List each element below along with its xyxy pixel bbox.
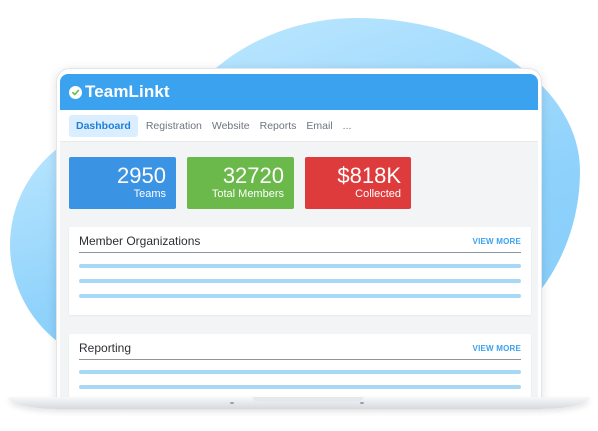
laptop-notch <box>253 397 363 402</box>
stat-value: $818K <box>337 163 401 188</box>
nav-item-email[interactable]: Email <box>306 120 332 132</box>
view-more-link[interactable]: VIEW MORE <box>473 344 521 353</box>
card-header: Member Organizations VIEW MORE <box>79 233 521 253</box>
placeholder-bar <box>79 385 521 389</box>
nav-more-button[interactable]: ... <box>343 120 352 132</box>
member-organizations-card: Member Organizations VIEW MORE <box>69 227 531 315</box>
laptop-foot <box>230 402 234 404</box>
stat-card-members[interactable]: 32720 Total Members <box>187 157 294 209</box>
laptop-base <box>8 397 590 409</box>
stat-label: Total Members <box>211 188 284 200</box>
nav-item-reports[interactable]: Reports <box>260 120 297 132</box>
stat-card-teams[interactable]: 2950 Teams <box>69 157 176 209</box>
laptop-foot <box>360 402 364 404</box>
placeholder-bar <box>79 279 521 283</box>
stat-card-collected[interactable]: $818K Collected <box>305 157 411 209</box>
card-header: Reporting VIEW MORE <box>79 340 521 360</box>
stat-value: 2950 <box>117 163 166 188</box>
app-logo-text[interactable]: TeamLinkt <box>85 82 170 102</box>
placeholder-bar <box>79 294 521 298</box>
stats-row: 2950 Teams 32720 Total Members $818K Col… <box>69 157 529 209</box>
placeholder-bar <box>79 264 521 268</box>
nav-item-registration[interactable]: Registration <box>146 120 202 132</box>
check-icon <box>69 85 82 99</box>
stat-value: 32720 <box>222 163 284 188</box>
nav-item-dashboard[interactable]: Dashboard <box>69 114 138 137</box>
card-title: Member Organizations <box>79 234 201 248</box>
stat-label: Collected <box>355 188 401 200</box>
stat-label: Teams <box>133 188 166 200</box>
main-nav: Dashboard Registration Website Reports E… <box>60 110 538 142</box>
nav-item-website[interactable]: Website <box>212 120 250 132</box>
laptop-screen: TeamLinkt Dashboard Registration Website… <box>60 74 538 402</box>
reporting-card: Reporting VIEW MORE <box>69 334 531 402</box>
app-header: TeamLinkt <box>60 74 538 110</box>
card-title: Reporting <box>79 341 132 355</box>
placeholder-bar <box>79 370 521 374</box>
view-more-link[interactable]: VIEW MORE <box>473 237 521 246</box>
